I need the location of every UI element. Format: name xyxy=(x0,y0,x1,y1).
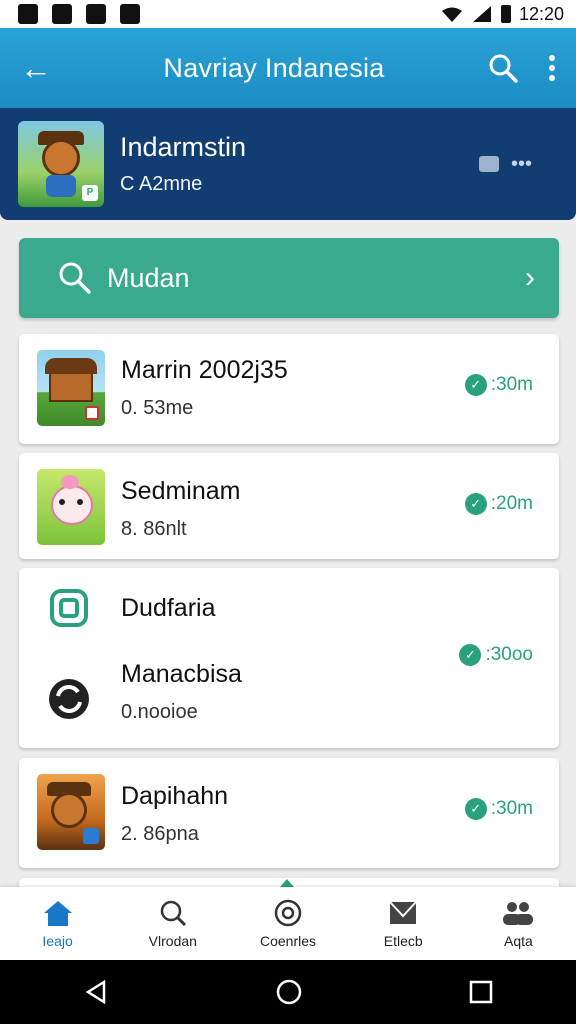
time-text: :30m xyxy=(490,798,533,819)
notification-icon xyxy=(86,4,106,24)
time-badge: ✓ :30m xyxy=(464,798,533,820)
people-icon xyxy=(503,901,534,925)
signal-icon xyxy=(472,6,491,22)
time-badge: ✓ :30oo xyxy=(459,644,533,666)
featured-subtitle: C A2mne xyxy=(120,173,203,195)
featured-item[interactable]: P Indarmstin C A2mne ••• xyxy=(0,108,576,220)
item-title: Marrin 2002j35 xyxy=(121,356,288,384)
item-title: Dapihahn xyxy=(121,782,229,810)
home-circle-icon[interactable] xyxy=(275,978,303,1006)
featured-actions[interactable]: ••• xyxy=(478,153,532,176)
search-label: Mudan xyxy=(107,262,190,293)
item-subtitle: 0. 53me xyxy=(121,397,194,419)
featured-name: Indarmstin xyxy=(120,132,247,162)
featured-thumbnail: P xyxy=(18,121,104,207)
time-text: :20m xyxy=(490,493,533,514)
list-item[interactable]: Dudfaria Manacbisa 0.nooioe ✓ :30oo xyxy=(19,568,559,748)
status-time: 12:20 xyxy=(518,3,564,24)
item-title: Dudfaria xyxy=(121,594,216,622)
nav-item-people[interactable]: Aqta xyxy=(461,887,576,960)
notification-icon xyxy=(120,4,140,24)
check-icon: ✓ xyxy=(464,374,487,396)
item-title: Sedminam xyxy=(121,477,241,505)
caret-up-icon xyxy=(280,879,294,887)
app-thumbnail xyxy=(37,350,105,426)
check-icon: ✓ xyxy=(459,644,482,666)
mail-icon xyxy=(389,900,417,924)
item-title-2: Manacbisa xyxy=(121,660,242,688)
target-icon xyxy=(274,899,302,926)
status-left-icons xyxy=(18,4,140,24)
nav-item-target[interactable]: Coenrles xyxy=(230,887,345,960)
bottom-nav: Ieajo Vlrodan Coenrles Etlecb Aqta xyxy=(0,887,576,960)
list-item[interactable]: Marrin 2002j35 0. 53me ✓ :30m xyxy=(19,334,559,444)
page-title: Navriay Indanesia xyxy=(163,52,385,83)
more-vert-icon[interactable] xyxy=(548,55,556,81)
search-icon[interactable] xyxy=(488,53,518,83)
home-icon xyxy=(43,900,72,926)
search-icon xyxy=(59,262,91,294)
notification-icon xyxy=(52,4,72,24)
nav-label: Coenrles xyxy=(259,932,317,949)
search-bar[interactable]: Mudan › xyxy=(19,238,559,318)
status-right: 12:20 xyxy=(441,4,564,25)
item-subtitle: 2. 86pna xyxy=(121,823,199,845)
time-badge: ✓ :20m xyxy=(464,493,533,515)
nav-label: Vlrodan xyxy=(148,932,197,949)
list-item[interactable]: Sedminam 8. 86nlt ✓ :20m xyxy=(19,453,559,559)
check-icon: ✓ xyxy=(464,493,487,515)
time-badge: ✓ :30m xyxy=(464,374,533,396)
notification-icon xyxy=(18,4,38,24)
nav-label: Aqta xyxy=(504,932,533,949)
item-subtitle: 8. 86nlt xyxy=(121,518,187,540)
nav-label: Ieajo xyxy=(42,932,73,949)
search-icon xyxy=(160,900,186,926)
square-app-icon xyxy=(50,589,88,627)
app-thumbnail xyxy=(37,774,105,850)
wifi-icon xyxy=(441,7,462,22)
nav-item-home[interactable]: Ieajo xyxy=(0,887,115,960)
check-icon: ✓ xyxy=(464,798,487,820)
item-subtitle: 0.nooioe xyxy=(121,701,198,723)
recents-square-icon[interactable] xyxy=(468,979,494,1005)
sync-icon xyxy=(49,679,89,719)
status-bar: 12:20 xyxy=(0,0,576,28)
bookmark-icon[interactable] xyxy=(478,156,499,172)
list-item[interactable]: Dapihahn 2. 86pna ✓ :30m xyxy=(19,758,559,868)
battery-icon xyxy=(500,5,511,23)
back-arrow-icon[interactable]: ← xyxy=(20,50,70,87)
app-badge-icon: P xyxy=(82,185,98,201)
time-text: :30oo xyxy=(485,644,533,665)
chevron-right-icon[interactable]: › xyxy=(525,261,535,295)
app-bar: ← Navriay Indanesia xyxy=(0,28,576,108)
app-thumbnail xyxy=(37,469,105,545)
back-triangle-icon[interactable] xyxy=(82,978,110,1006)
nav-label: Etlecb xyxy=(383,932,423,949)
more-horiz-icon[interactable]: ••• xyxy=(511,153,532,176)
nav-item-search[interactable]: Vlrodan xyxy=(115,887,230,960)
nav-item-mail[interactable]: Etlecb xyxy=(346,887,461,960)
time-text: :30m xyxy=(490,374,533,395)
system-nav-bar xyxy=(0,960,576,1024)
